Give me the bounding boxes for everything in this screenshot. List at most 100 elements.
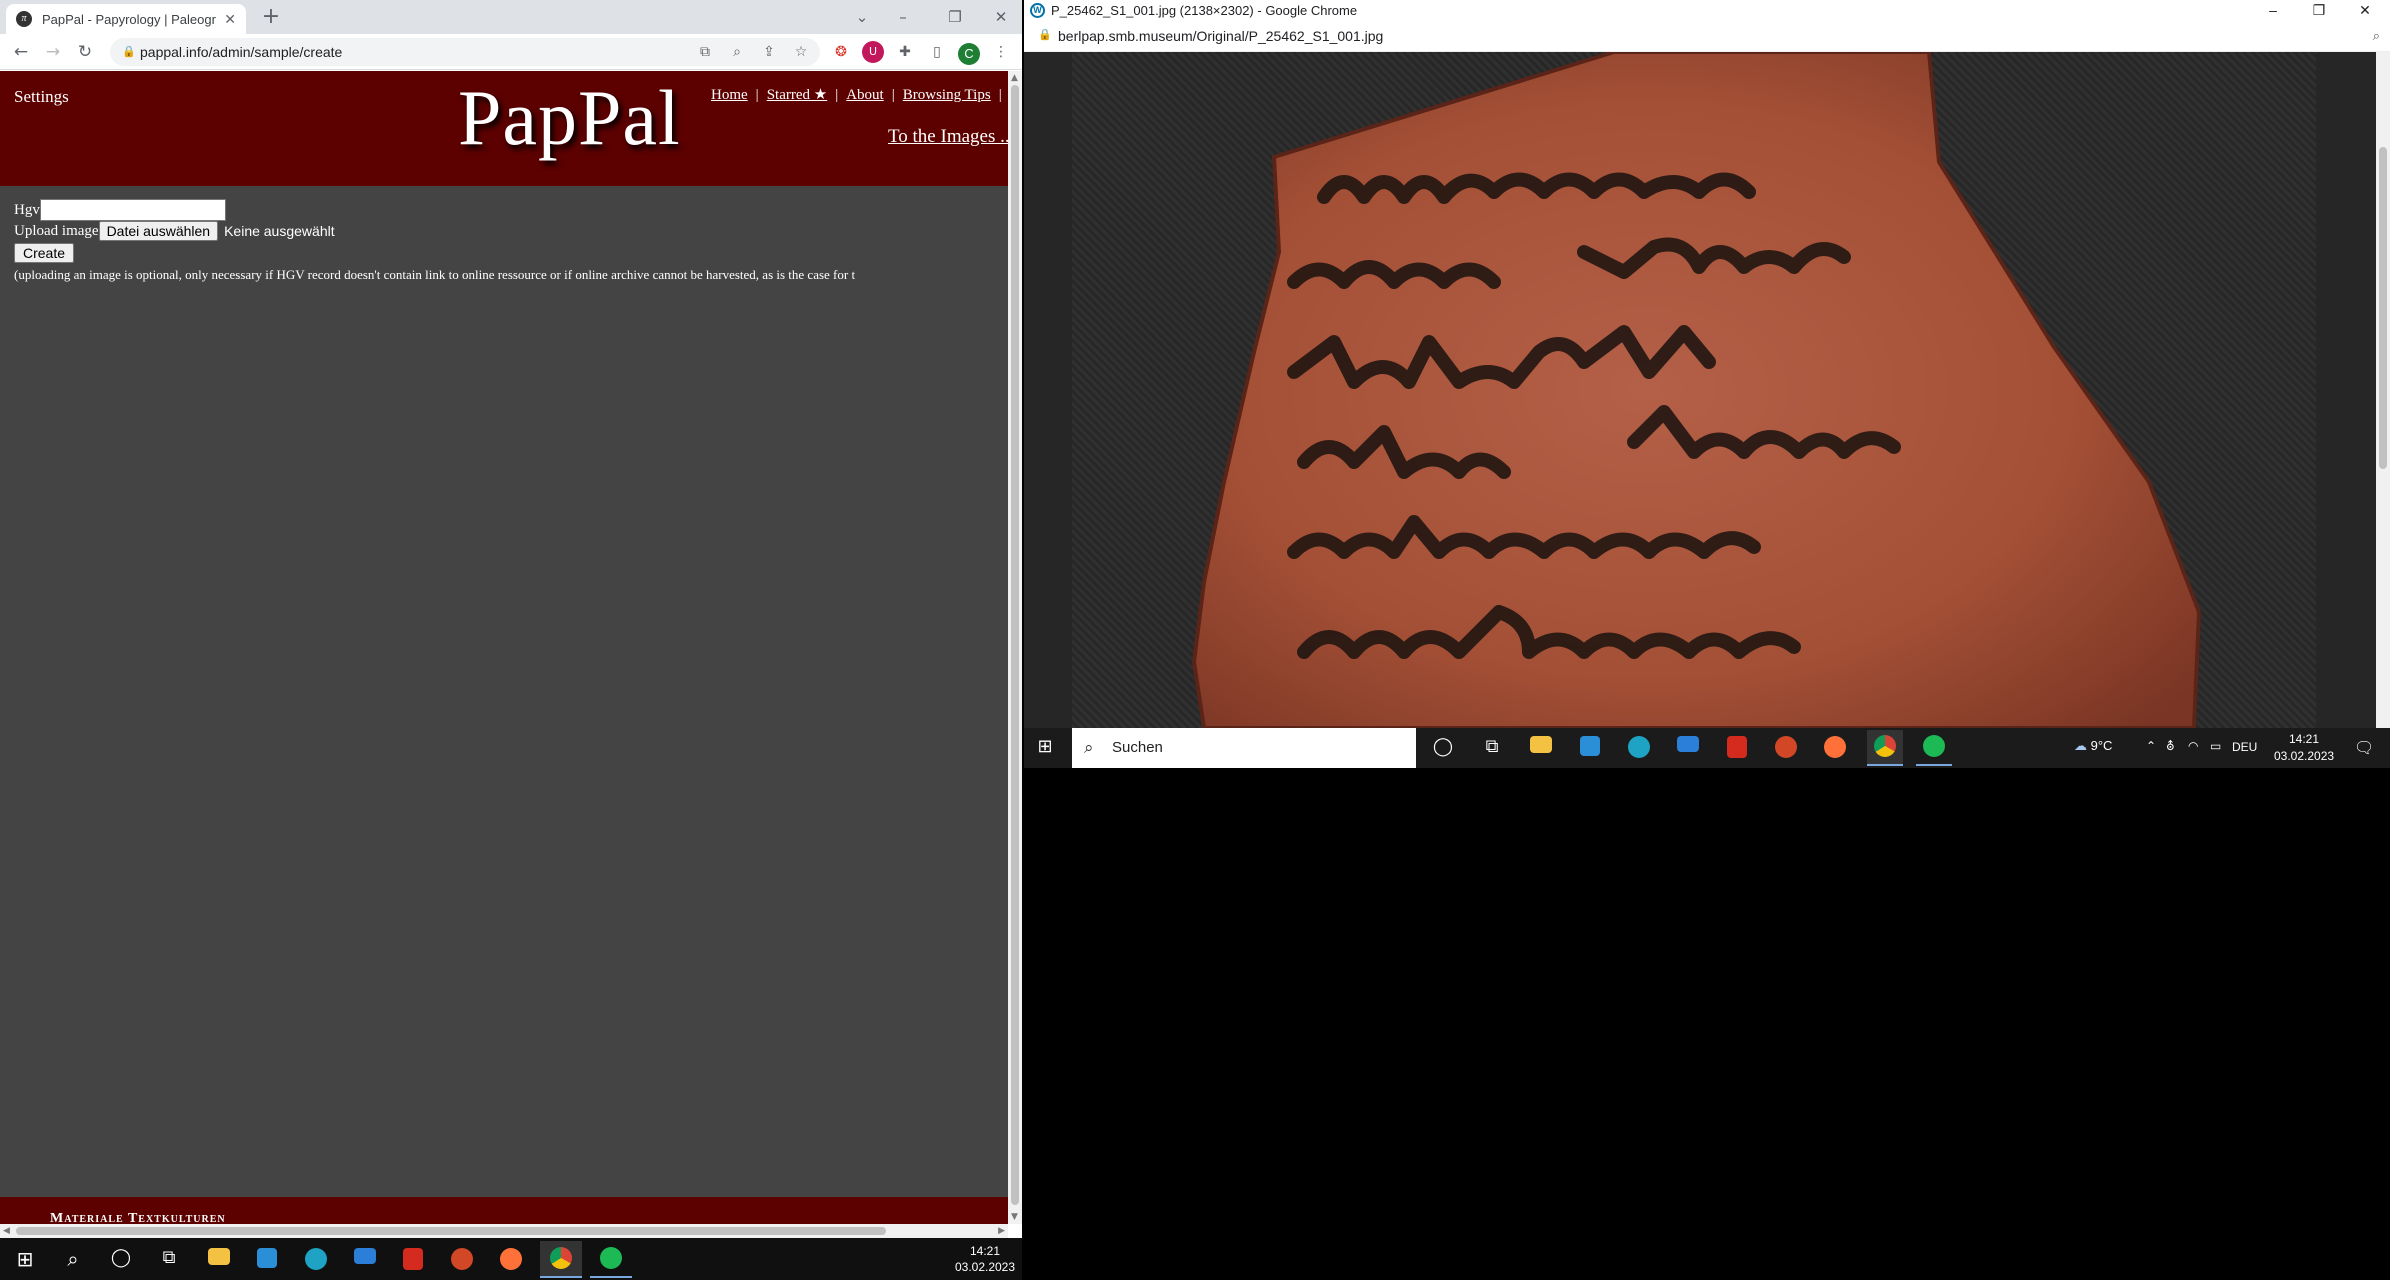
firefox-icon[interactable]	[498, 1248, 524, 1274]
horizontal-scrollbar[interactable]: ◀ ▶	[0, 1224, 1008, 1238]
restore-button[interactable]: ❐	[932, 4, 978, 30]
extension-icon[interactable]: U	[862, 41, 884, 63]
powerpoint-icon[interactable]	[1773, 736, 1799, 762]
mail-icon[interactable]	[352, 1248, 378, 1268]
wordpress-icon: W	[1030, 3, 1045, 18]
nav-starred-link[interactable]: Starred ★	[767, 87, 828, 103]
tray-time: 14:21	[2288, 732, 2320, 746]
scroll-left-icon[interactable]: ◀	[3, 1226, 10, 1236]
right-vertical-scrollbar[interactable]	[2376, 52, 2390, 728]
share-icon[interactable]: ⇪	[758, 41, 780, 63]
to-images-link[interactable]: To the Images ...	[888, 126, 1008, 148]
start-icon[interactable]: ⊞	[1032, 736, 1058, 760]
edge-icon[interactable]	[1626, 736, 1652, 762]
profile-avatar[interactable]: C	[958, 43, 980, 65]
translate-icon[interactable]: ⧉	[694, 41, 716, 63]
network-icon[interactable]: ⛢	[2166, 739, 2175, 753]
minimize-button[interactable]: –	[880, 4, 926, 30]
spotify-icon[interactable]	[1916, 730, 1952, 766]
extension-icon[interactable]: ❂	[830, 41, 852, 63]
extensions-puzzle-icon[interactable]: ✚	[894, 41, 916, 63]
nav-browsing-tips-link[interactable]: Browsing Tips	[903, 87, 991, 103]
tab-close-icon[interactable]: ✕	[224, 11, 236, 28]
start-icon[interactable]: ⊞	[12, 1247, 38, 1271]
powerpoint-icon[interactable]	[449, 1248, 475, 1274]
restore-button[interactable]: ❐	[2296, 0, 2342, 22]
vertical-scroll-thumb[interactable]	[1011, 85, 1019, 1205]
create-button[interactable]: Create	[14, 243, 75, 263]
edge-icon[interactable]	[303, 1248, 329, 1274]
task-view-icon[interactable]: ⧉	[1479, 736, 1505, 757]
chrome-icon[interactable]	[540, 1241, 582, 1278]
scroll-right-icon[interactable]: ▶	[998, 1226, 1005, 1236]
pappal-favicon-icon: π	[16, 11, 32, 27]
right-scroll-thumb[interactable]	[2379, 147, 2387, 469]
page-viewport: Settings PapPal Home | Starred ★ | About | Bro…	[0, 71, 1008, 1224]
reload-icon[interactable]: ↻	[72, 39, 98, 65]
horizontal-scroll-thumb[interactable]	[16, 1227, 886, 1235]
zoom-icon[interactable]: ⌕	[726, 41, 748, 63]
battery-icon[interactable]: ▭	[2210, 739, 2221, 753]
forward-icon[interactable]: →	[40, 39, 66, 65]
bottom-clock[interactable]: 14:21 03.02.2023	[952, 1243, 1018, 1275]
mail-icon[interactable]	[1675, 736, 1701, 756]
task-view-icon[interactable]: ⧉	[156, 1247, 182, 1268]
tab-pappal[interactable]: π PapPal - Papyrology | Paleograph ✕	[6, 4, 246, 34]
site-logo[interactable]: PapPal	[458, 73, 681, 163]
input-language[interactable]: DEU	[2232, 740, 2257, 754]
weather-widget[interactable]: ☁ 9°C	[2074, 738, 2112, 754]
tab-strip: π PapPal - Papyrology | Paleograph ✕ + ⌄…	[0, 0, 1022, 34]
firefox-icon[interactable]	[1822, 736, 1848, 762]
hgv-input[interactable]	[39, 199, 226, 221]
cortana-icon[interactable]: ◯	[108, 1247, 134, 1268]
ostracon-image[interactable]	[1024, 52, 2376, 728]
scroll-down-icon[interactable]: ▼	[1011, 1212, 1018, 1222]
file-explorer-icon[interactable]	[1528, 736, 1554, 757]
new-tab-button[interactable]: +	[258, 4, 284, 30]
acrobat-icon[interactable]	[400, 1248, 426, 1274]
search-placeholder: Suchen	[1112, 739, 1163, 756]
taskbar-search-box[interactable]: ⌕ Suchen	[1072, 728, 1416, 768]
nav-separator: |	[891, 87, 895, 103]
site-footer: Materiale Textkulturen	[0, 1197, 1008, 1224]
browser-toolbar: ← → ↻ 🔒 pappal.info/admin/sample/create …	[0, 34, 1022, 70]
choose-file-button[interactable]: Datei auswählen	[98, 221, 219, 241]
file-explorer-icon[interactable]	[206, 1248, 232, 1269]
lock-icon: 🔒	[122, 46, 136, 58]
tab-search-icon[interactable]: ⌄	[839, 4, 885, 30]
scroll-up-icon[interactable]: ▲	[1011, 73, 1018, 83]
nav-home-link[interactable]: Home	[711, 87, 748, 103]
close-window-button[interactable]: ✕	[2342, 0, 2388, 22]
upload-label: Upload image	[14, 222, 99, 239]
chevron-up-icon[interactable]: ⌃	[2146, 739, 2156, 753]
vertical-scrollbar[interactable]: ▲ ▼	[1008, 71, 1022, 1224]
zoom-icon[interactable]: ⌕	[2373, 28, 2380, 44]
spotify-icon[interactable]	[590, 1241, 632, 1278]
right-title-bar: W P_25462_S1_001.jpg (2138×2302) - Googl…	[1024, 0, 2390, 22]
search-icon: ⌕	[1084, 738, 1094, 757]
minimize-button[interactable]: –	[2250, 0, 2296, 22]
close-window-button[interactable]: ✕	[978, 4, 1022, 30]
acrobat-icon[interactable]	[1724, 736, 1750, 762]
store-icon[interactable]	[1577, 736, 1603, 760]
hgv-label: Hgv	[14, 201, 40, 218]
side-panel-icon[interactable]: ▯	[926, 41, 948, 63]
cortana-icon[interactable]: ◯	[1430, 736, 1456, 757]
site-header: Settings PapPal Home | Starred ★ | About | Bro…	[0, 71, 1008, 186]
chrome-icon[interactable]	[1867, 730, 1903, 766]
search-icon[interactable]: ⌕	[60, 1247, 86, 1271]
notification-icon[interactable]: 🗨	[2354, 738, 2374, 757]
cloud-icon: ☁	[2074, 738, 2087, 753]
settings-link[interactable]: Settings	[14, 87, 69, 107]
right-address-bar[interactable]: 🔒 berlpap.smb.museum/Original/P_25462_S1…	[1024, 22, 2390, 52]
store-icon[interactable]	[254, 1248, 280, 1272]
right-taskbar: ⊞ ⌕ Suchen ◯ ⧉ ☁ 9°C ⌃ ⛢ ◠ ▭ DEU 14:21 0…	[1024, 728, 2390, 768]
bookmark-star-icon[interactable]: ☆	[790, 41, 812, 63]
back-icon[interactable]: ←	[8, 39, 34, 65]
tray-date: 03.02.2023	[2274, 749, 2335, 763]
menu-kebab-icon[interactable]: ⋮	[990, 41, 1012, 63]
tray-clock[interactable]: 14:21 03.02.2023	[2274, 731, 2334, 765]
nav-about-link[interactable]: About	[846, 87, 884, 103]
tab-title: PapPal - Papyrology | Paleograph	[42, 11, 216, 27]
wifi-icon[interactable]: ◠	[2188, 739, 2198, 753]
